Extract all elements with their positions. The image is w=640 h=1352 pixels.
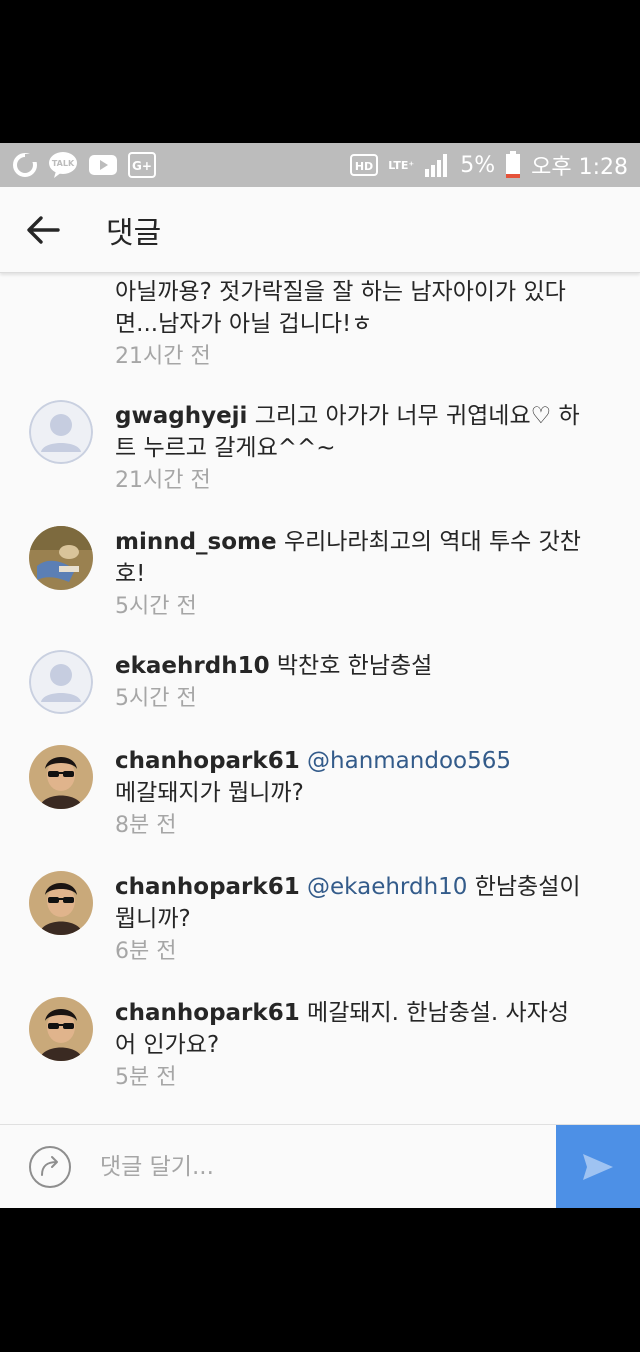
avatar[interactable] [29, 871, 93, 935]
comment-text: 아닐까용? 젓가락질을 잘 하는 남자아이가 있다면...남자가 아닐 겁니다!… [115, 279, 566, 337]
comment-timestamp: 5시간 전 [115, 594, 197, 619]
comment-timestamp: 8분 전 [115, 813, 177, 838]
comment-mention[interactable]: @hanmandoo565 [307, 748, 511, 774]
avatar[interactable] [29, 400, 93, 464]
comment-username[interactable]: chanhopark61 [115, 874, 300, 900]
battery-icon [505, 151, 521, 179]
default-avatar-icon [29, 650, 93, 714]
comment-body: chanhopark61 메갈돼지. 한남충설. 사자성어 인가요? 5분 전 [115, 997, 585, 1093]
comment-body: chanhopark61 @ekaehrdh10 한남충설이 뭡니까? 6분 전 [115, 871, 585, 967]
send-button[interactable] [556, 1125, 640, 1208]
comment-timestamp: 5분 전 [115, 1065, 177, 1090]
comment-input-bar [0, 1124, 640, 1208]
avatar[interactable] [29, 526, 93, 590]
send-icon [583, 1154, 613, 1180]
comment-mention[interactable]: @ekaehrdh10 [307, 874, 467, 900]
g-icon [12, 152, 38, 178]
svg-text:TALK: TALK [52, 159, 75, 168]
comment-text: 박찬호 한남충설 [276, 653, 433, 679]
photo-avatar-icon [29, 526, 93, 590]
profile-avatar-icon [29, 871, 93, 935]
page-title: 댓글 [106, 215, 162, 251]
comment-body: ekaehrdh10 박찬호 한남충설 5시간 전 [115, 650, 585, 714]
comment-body: minnd_some 우리나라최고의 역대 투수 갓찬호! 5시간 전 [115, 526, 585, 622]
avatar[interactable] [29, 997, 93, 1061]
lte-label: LTE⁺ [388, 158, 415, 172]
svg-text:HD: HD [355, 160, 373, 173]
comment-input[interactable] [100, 1147, 540, 1187]
comment-body: chanhopark61 @hanmandoo565 메갈돼지가 뭡니까? 8분… [115, 745, 585, 841]
comment-body: 아닐까용? 젓가락질을 잘 하는 남자아이가 있다면...남자가 아닐 겁니다!… [115, 276, 585, 372]
comment-username[interactable]: ekaehrdh10 [115, 653, 270, 679]
status-bar: TALK G+ HD LTE⁺ 5% 오후 1:28 [0, 143, 640, 187]
back-arrow-icon [27, 215, 60, 244]
comment-username[interactable]: minnd_some [115, 529, 277, 555]
comment-timestamp: 21시간 전 [115, 468, 211, 493]
comment-timestamp: 5시간 전 [115, 686, 197, 711]
kakaotalk-icon: TALK [48, 151, 78, 179]
status-bar-right: HD LTE⁺ 5% 오후 1:28 [350, 149, 628, 181]
comment-body: gwaghyeji 그리고 아가가 너무 귀엽네요♡ 하트 누르고 갈게요^^~… [115, 400, 585, 496]
status-bar-left: TALK G+ [12, 151, 156, 179]
profile-avatar-icon [29, 745, 93, 809]
comment-username[interactable]: gwaghyeji [115, 403, 247, 429]
reply-icon[interactable] [28, 1145, 72, 1193]
comments-screen: 댓글 아닐까용? 젓가락질을 잘 하는 남자아이가 있다면...남자가 아닐 겁… [0, 187, 640, 1208]
google-plus-icon: G+ [128, 152, 156, 178]
comment-timestamp: 21시간 전 [115, 344, 211, 369]
avatar[interactable] [29, 745, 93, 809]
svg-text:G+: G+ [132, 159, 152, 173]
youtube-icon [88, 154, 118, 176]
app-header: 댓글 [0, 187, 640, 273]
comment-list[interactable]: 아닐까용? 젓가락질을 잘 하는 남자아이가 있다면...남자가 아닐 겁니다!… [0, 255, 640, 1120]
comment-username[interactable]: chanhopark61 [115, 1000, 300, 1026]
avatar[interactable] [29, 650, 93, 714]
profile-avatar-icon [29, 997, 93, 1061]
comment-text: 메갈돼지가 뭡니까? [115, 780, 304, 806]
default-avatar-icon [29, 400, 93, 464]
comment-username[interactable]: chanhopark61 [115, 748, 300, 774]
battery-percent: 5% [460, 152, 496, 178]
back-button[interactable] [0, 187, 86, 273]
comment-timestamp: 6분 전 [115, 939, 177, 964]
clock: 오후 1:28 [531, 155, 628, 180]
hd-icon: HD [350, 154, 379, 176]
signal-icon [424, 153, 450, 177]
